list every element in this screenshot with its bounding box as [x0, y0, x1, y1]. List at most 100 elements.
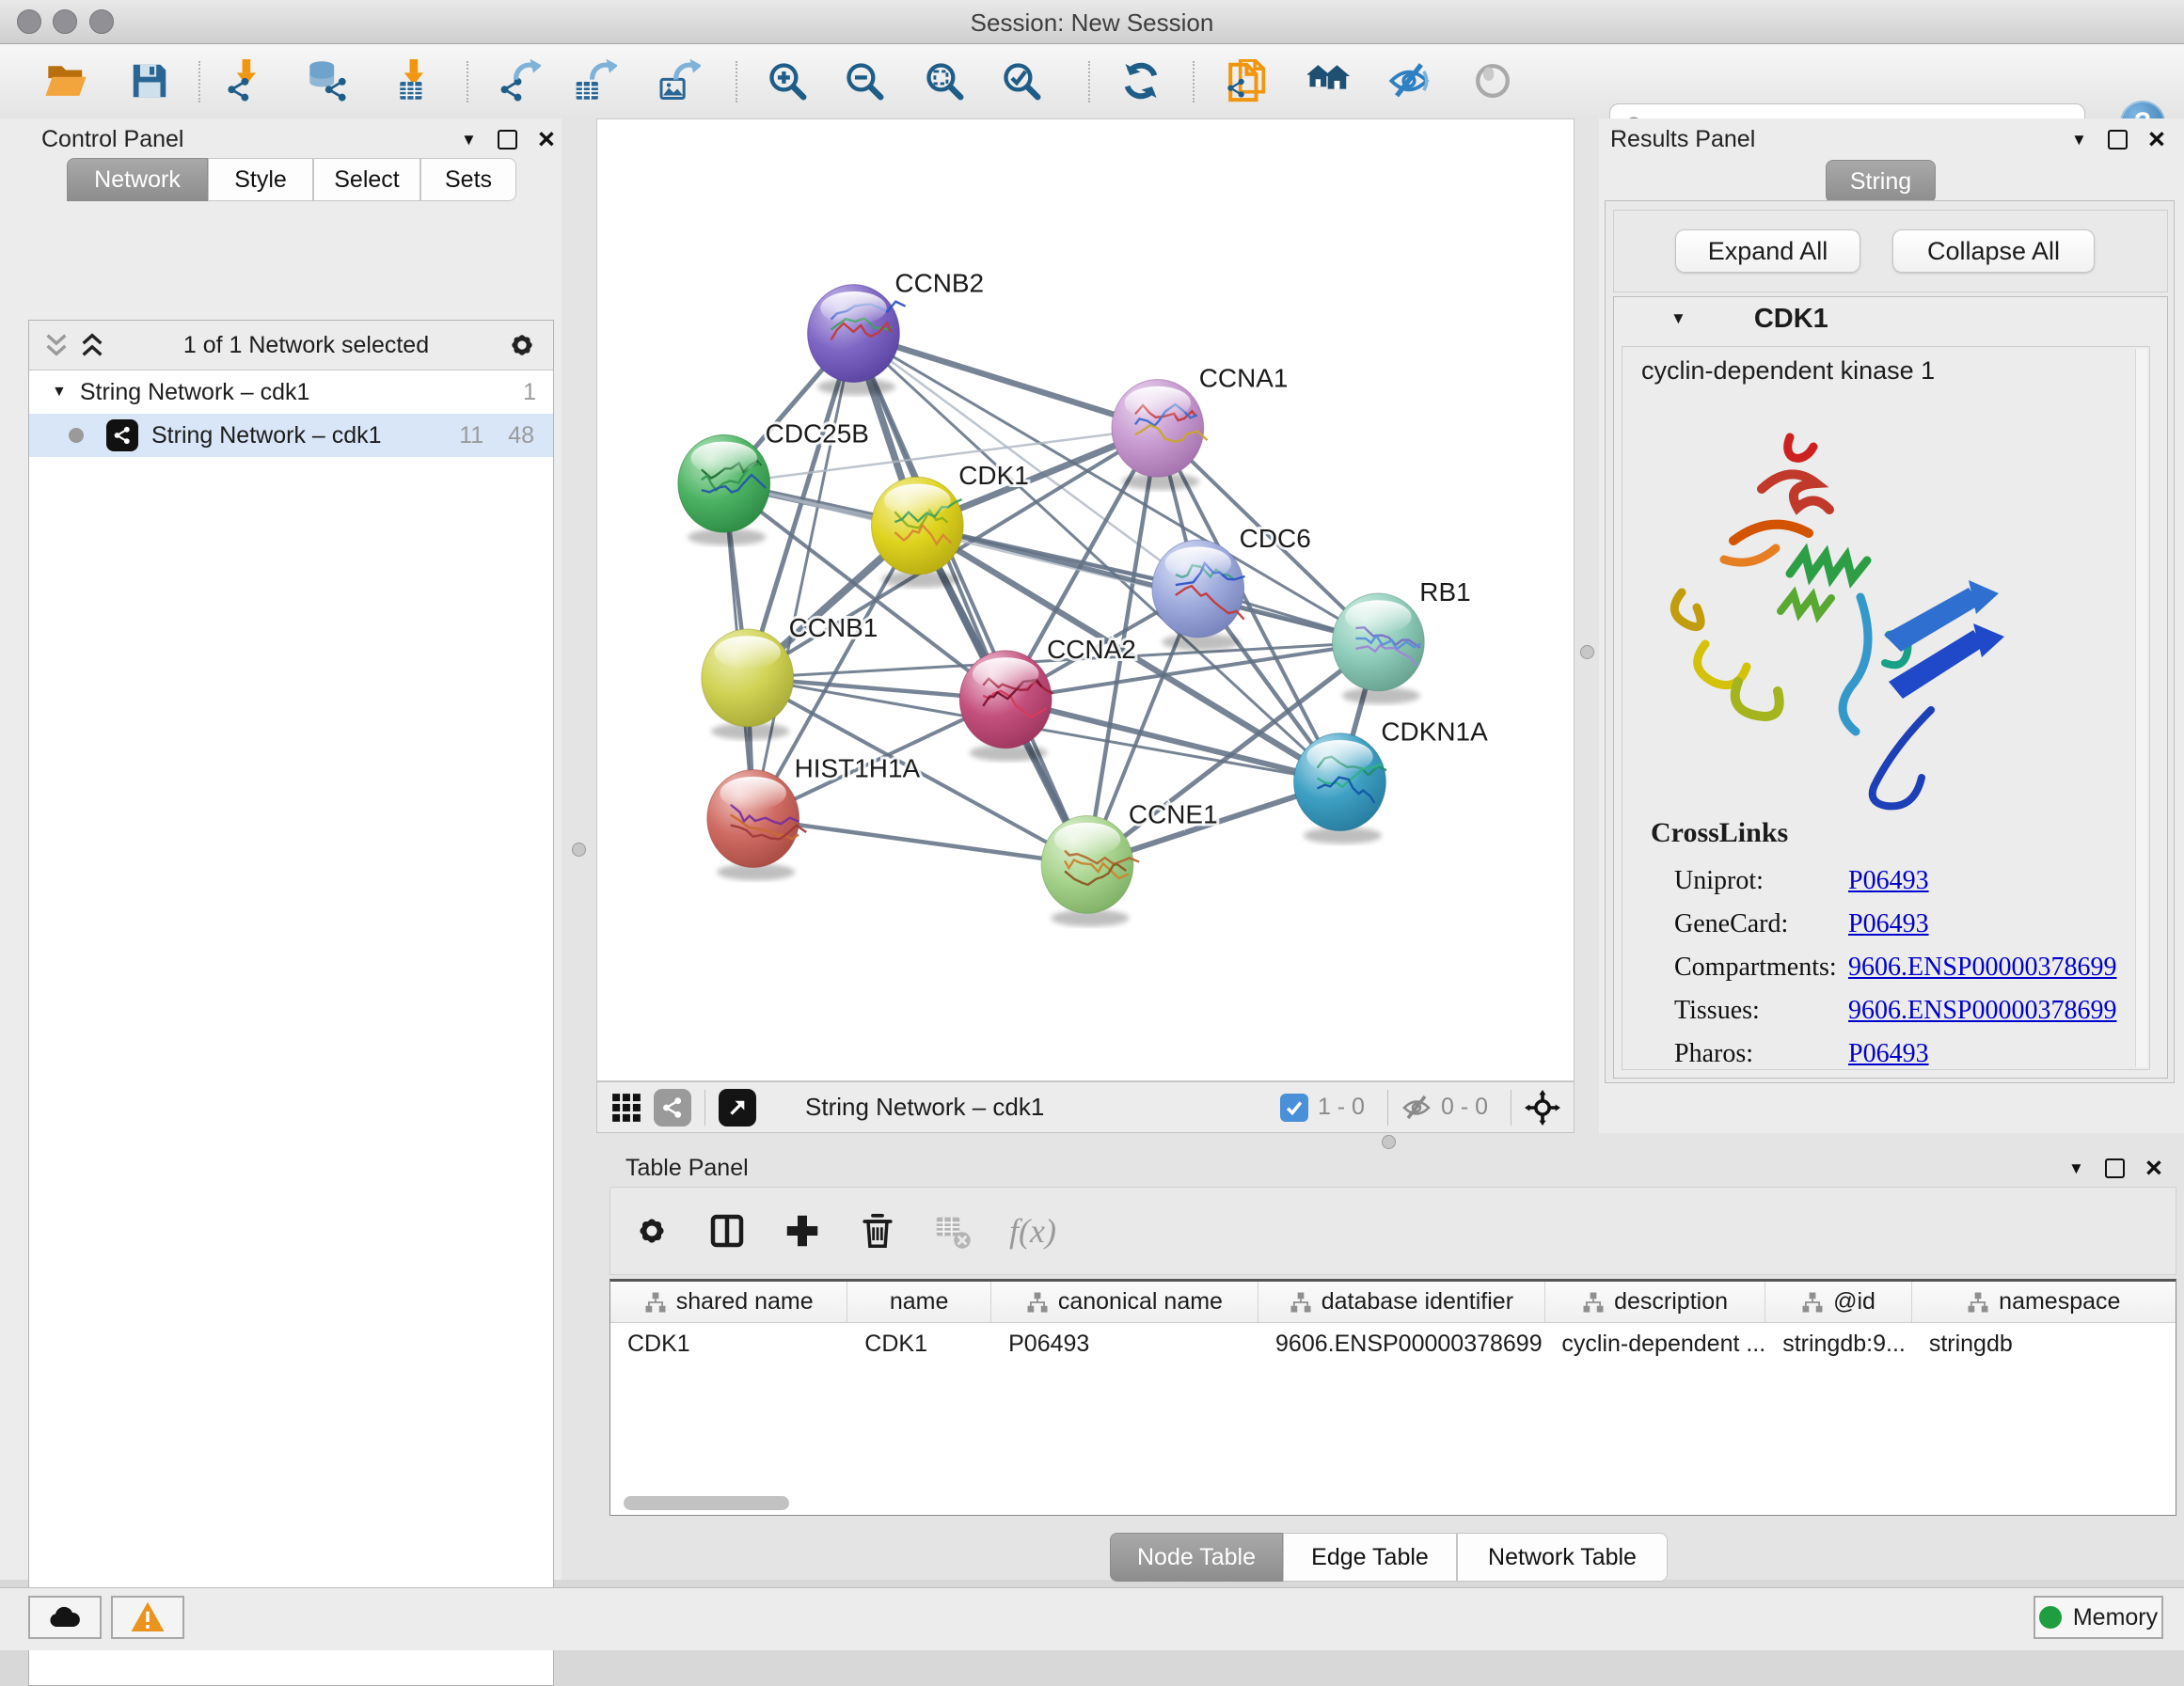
panel-float-icon[interactable]	[2105, 1158, 2125, 1178]
section-collapse-icon[interactable]: ▼	[1670, 309, 1686, 328]
expand-all-button[interactable]: Expand All	[1675, 229, 1860, 273]
import-network-database-button[interactable]	[301, 55, 354, 107]
network-overview-icon[interactable]	[654, 1089, 691, 1127]
gear-icon[interactable]	[633, 1212, 671, 1250]
svg-text:RB1: RB1	[1419, 577, 1470, 607]
string-network-icon	[106, 419, 138, 451]
crosslink-value[interactable]: 9606.ENSP00000378699	[1848, 953, 2116, 983]
column-header[interactable]: namespace	[1912, 1282, 2176, 1323]
network-row[interactable]: String Network – cdk1 11 48	[29, 414, 553, 457]
svg-text:CCNA2: CCNA2	[1047, 635, 1136, 664]
node-table[interactable]: shared name name canonical name database…	[609, 1279, 2176, 1516]
tab-network[interactable]: Network	[67, 158, 208, 201]
save-session-button[interactable]	[123, 55, 176, 107]
refresh-view-button[interactable]	[1115, 55, 1167, 107]
down-arrow-icon	[404, 59, 423, 85]
results-scrollbar[interactable]	[2135, 349, 2147, 1067]
table-hscrollbar[interactable]	[624, 1496, 789, 1510]
house-icon	[1324, 65, 1350, 88]
memory-button[interactable]: Memory	[2034, 1596, 2163, 1639]
collapse-all-button[interactable]: Collapse All	[1892, 229, 2095, 273]
delete-column-icon[interactable]	[859, 1212, 896, 1250]
network-collection-row[interactable]: ▼ String Network – cdk1 1	[29, 370, 553, 414]
zoom-fit-button[interactable]	[918, 55, 971, 107]
tab-string[interactable]: String	[1826, 160, 1936, 203]
network-icon	[501, 78, 522, 102]
section-title: CDK1	[1754, 304, 1828, 335]
column-header[interactable]: description	[1545, 1282, 1766, 1323]
export-arrow-icon	[593, 59, 617, 80]
network-canvas[interactable]: CCNB2CCNA1CDC25BCDK1CDC6RB1CCNB1CCNA2CDK…	[596, 118, 1575, 1081]
detach-view-icon[interactable]	[719, 1089, 756, 1127]
zoom-in-button[interactable]	[761, 55, 814, 107]
grid-view-icon[interactable]	[610, 1092, 642, 1124]
collapse-triangle-icon[interactable]: ▼	[52, 384, 67, 401]
tab-network-table[interactable]: Network Table	[1457, 1533, 1668, 1582]
tab-sets[interactable]: Sets	[420, 158, 516, 201]
selected-counts: 1 - 0	[1318, 1094, 1365, 1121]
collapse-all-networks-icon[interactable]	[78, 331, 106, 359]
panel-menu-icon[interactable]: ▼	[461, 132, 477, 148]
right-splitter[interactable]	[1575, 118, 1599, 1133]
column-header[interactable]: name	[847, 1282, 990, 1323]
svg-text:CDKN1A: CDKN1A	[1381, 717, 1488, 747]
status-bar: Memory	[0, 1587, 2184, 1650]
section-content: cyclin-dependent kinase 1	[1622, 346, 2150, 1070]
export-network-button[interactable]	[493, 55, 546, 107]
svg-text:CCNB2: CCNB2	[894, 269, 984, 298]
column-header[interactable]: @id	[1765, 1282, 1911, 1323]
crosslink-value[interactable]: P06493	[1848, 1039, 1929, 1069]
zoom-selected-button[interactable]	[995, 55, 1048, 107]
import-table-button[interactable]	[385, 55, 437, 107]
tab-node-table[interactable]: Node Table	[1110, 1533, 1283, 1582]
hide-selected-button[interactable]	[1383, 55, 1435, 107]
open-session-button[interactable]	[40, 55, 92, 107]
panel-float-icon[interactable]	[498, 130, 517, 150]
export-image-button[interactable]	[653, 55, 705, 107]
export-table-button[interactable]	[569, 55, 622, 107]
eye-disabled-icon	[1471, 59, 1514, 102]
network-view-title: String Network – cdk1	[805, 1093, 1044, 1122]
create-network-from-selection-button[interactable]	[1219, 55, 1272, 107]
gear-icon[interactable]	[506, 329, 538, 361]
column-header[interactable]: canonical name	[991, 1282, 1258, 1323]
add-column-icon[interactable]	[783, 1212, 821, 1250]
node-result-section: ▼ CDK1 cyclin-dependent kinase 1	[1613, 296, 2168, 1079]
panel-close-icon[interactable]: ×	[538, 128, 555, 151]
show-all-button[interactable]	[1466, 55, 1519, 107]
panel-menu-icon[interactable]: ▼	[2071, 132, 2087, 148]
selected-checkbox-icon[interactable]	[1280, 1094, 1308, 1122]
left-splitter[interactable]	[562, 118, 596, 1133]
results-panel: Results Panel ▼ × String Expand All Coll…	[1599, 118, 2184, 1133]
panel-close-icon[interactable]: ×	[2148, 128, 2165, 151]
crosslink-value[interactable]: P06493	[1848, 866, 1929, 896]
crosslinks-title: CrossLinks	[1651, 817, 1788, 849]
table-row[interactable]: CDK1 CDK1 P06493 9606.ENSP00000378699 cy…	[610, 1323, 2176, 1364]
tab-select[interactable]: Select	[313, 158, 420, 201]
import-network-file-button[interactable]	[217, 55, 270, 107]
crosslink-value[interactable]: 9606.ENSP00000378699	[1848, 996, 2116, 1026]
clear-table-icon-disabled	[934, 1212, 972, 1250]
birdseye-crosshair-icon[interactable]	[1525, 1090, 1560, 1126]
string-network-graph[interactable]: CCNB2CCNA1CDC25BCDK1CDC6RB1CCNB1CCNA2CDK…	[597, 119, 1574, 1080]
tab-style[interactable]: Style	[208, 158, 313, 201]
column-type-icon	[1967, 1291, 1989, 1314]
function-builder-icon: f(x)	[1009, 1211, 1056, 1251]
panel-close-icon[interactable]: ×	[2145, 1157, 2162, 1180]
cloud-status-button[interactable]	[28, 1596, 102, 1639]
warning-button[interactable]	[111, 1596, 184, 1639]
panel-float-icon[interactable]	[2108, 130, 2128, 150]
crosslink-value[interactable]: P06493	[1848, 909, 1929, 939]
svg-text:CDK1: CDK1	[958, 461, 1029, 490]
string-home-button[interactable]	[1303, 55, 1355, 107]
memory-label: Memory	[2073, 1604, 2158, 1631]
columns-icon[interactable]	[708, 1212, 746, 1250]
column-header[interactable]: shared name	[610, 1282, 847, 1323]
tab-edge-table[interactable]: Edge Table	[1283, 1533, 1457, 1582]
panel-menu-icon[interactable]: ▼	[2068, 1160, 2084, 1176]
zoom-out-button[interactable]	[838, 55, 891, 107]
horizontal-splitter[interactable]	[562, 1133, 2184, 1149]
hidden-eye-icon[interactable]	[1401, 1093, 1432, 1123]
expand-all-networks-icon[interactable]	[42, 331, 71, 359]
column-header[interactable]: database identifier	[1258, 1282, 1545, 1323]
